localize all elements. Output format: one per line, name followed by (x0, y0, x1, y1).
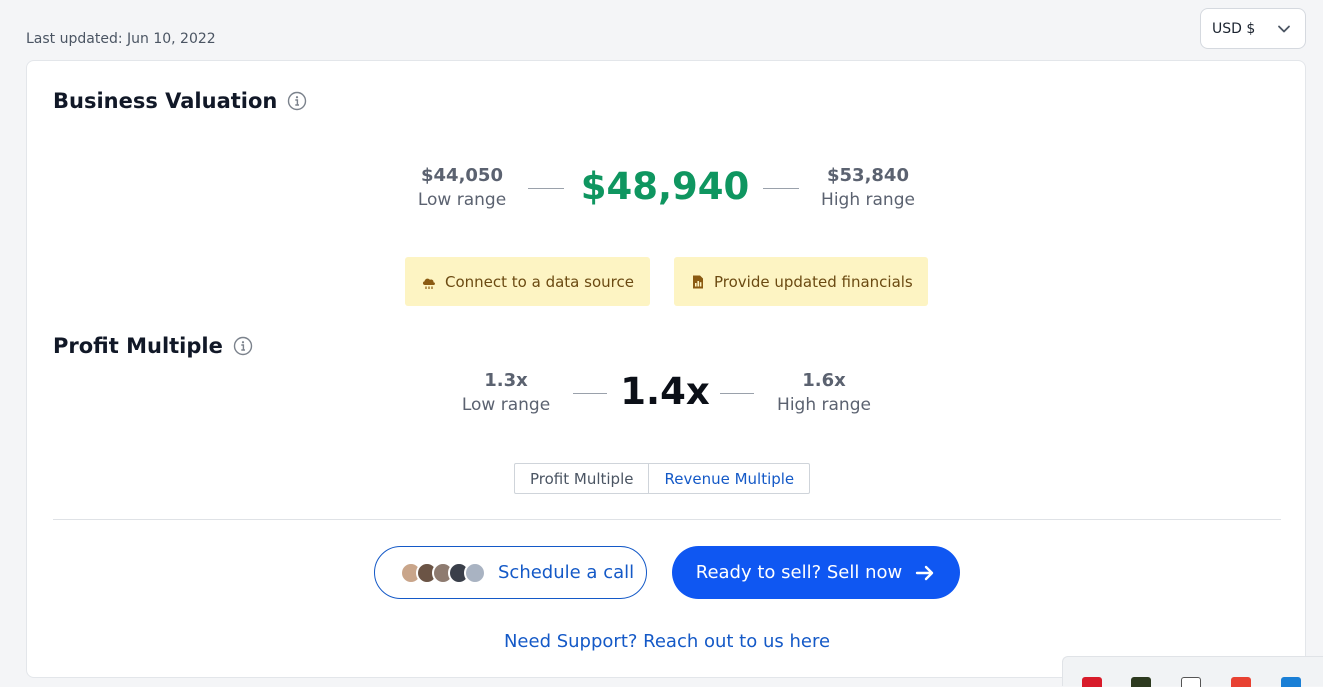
valuation-card: Business Valuation $44,050 Low range $48… (26, 60, 1306, 678)
document-chart-icon (693, 275, 703, 288)
valuation-high-value: $53,840 (827, 165, 909, 186)
info-icon[interactable] (287, 91, 307, 111)
schedule-call-label: Schedule a call (498, 562, 635, 583)
system-tray (1062, 656, 1323, 687)
range-dash (528, 188, 564, 189)
sell-now-label: Ready to sell? Sell now (695, 562, 903, 583)
currency-select[interactable]: USD $ (1200, 8, 1306, 49)
multiple-low-label: Low range (461, 395, 551, 415)
chevron-down-icon (1278, 25, 1290, 33)
business-valuation-heading: Business Valuation (53, 89, 307, 113)
connect-data-source-label: Connect to a data source (445, 272, 634, 291)
support-link[interactable]: Need Support? Reach out to us here (27, 631, 1307, 652)
tab-profit-multiple[interactable]: Profit Multiple (515, 464, 650, 493)
schedule-call-button[interactable]: Schedule a call (374, 546, 647, 599)
multiple-high-value: 1.6x (802, 370, 846, 391)
valuation-low: $44,050 Low range (402, 165, 522, 210)
currency-label: USD $ (1212, 20, 1256, 37)
profit-multiple-heading: Profit Multiple (53, 334, 253, 358)
multiple-type-toggle: Profit Multiple Revenue Multiple (514, 463, 811, 494)
multiple-low-value: 1.3x (484, 370, 528, 391)
range-dash (763, 188, 799, 189)
cloud-upload-icon (422, 278, 435, 289)
multiple-low: 1.3x Low range (446, 370, 566, 415)
valuation-high-label: High range (821, 190, 915, 210)
valuation-main-value: $48,940 (580, 165, 750, 208)
info-icon[interactable] (233, 336, 253, 356)
range-dash (720, 393, 754, 394)
range-dash (573, 393, 607, 394)
valuation-low-value: $44,050 (421, 165, 503, 186)
valuation-high: $53,840 High range (808, 165, 928, 210)
section-divider (53, 519, 1281, 520)
tab-revenue-multiple[interactable]: Revenue Multiple (649, 464, 809, 493)
multiple-high-label: High range (777, 395, 871, 415)
connect-data-source-button[interactable]: Connect to a data source (405, 257, 650, 306)
sell-now-button[interactable]: Ready to sell? Sell now (672, 546, 960, 599)
profit-multiple-title: Profit Multiple (53, 334, 223, 358)
provide-financials-button[interactable]: Provide updated financials (674, 257, 928, 306)
advisor-avatars (400, 561, 486, 584)
business-valuation-title: Business Valuation (53, 89, 278, 113)
valuation-low-label: Low range (417, 190, 507, 210)
multiple-high: 1.6x High range (764, 370, 884, 415)
last-updated-text: Last updated: Jun 10, 2022 (26, 31, 216, 47)
top-bar: Last updated: Jun 10, 2022 USD $ (0, 0, 1323, 60)
multiple-main-value: 1.4x (620, 370, 710, 413)
arrow-right-icon (916, 565, 934, 580)
provide-financials-label: Provide updated financials (714, 272, 913, 291)
avatar (464, 561, 486, 584)
